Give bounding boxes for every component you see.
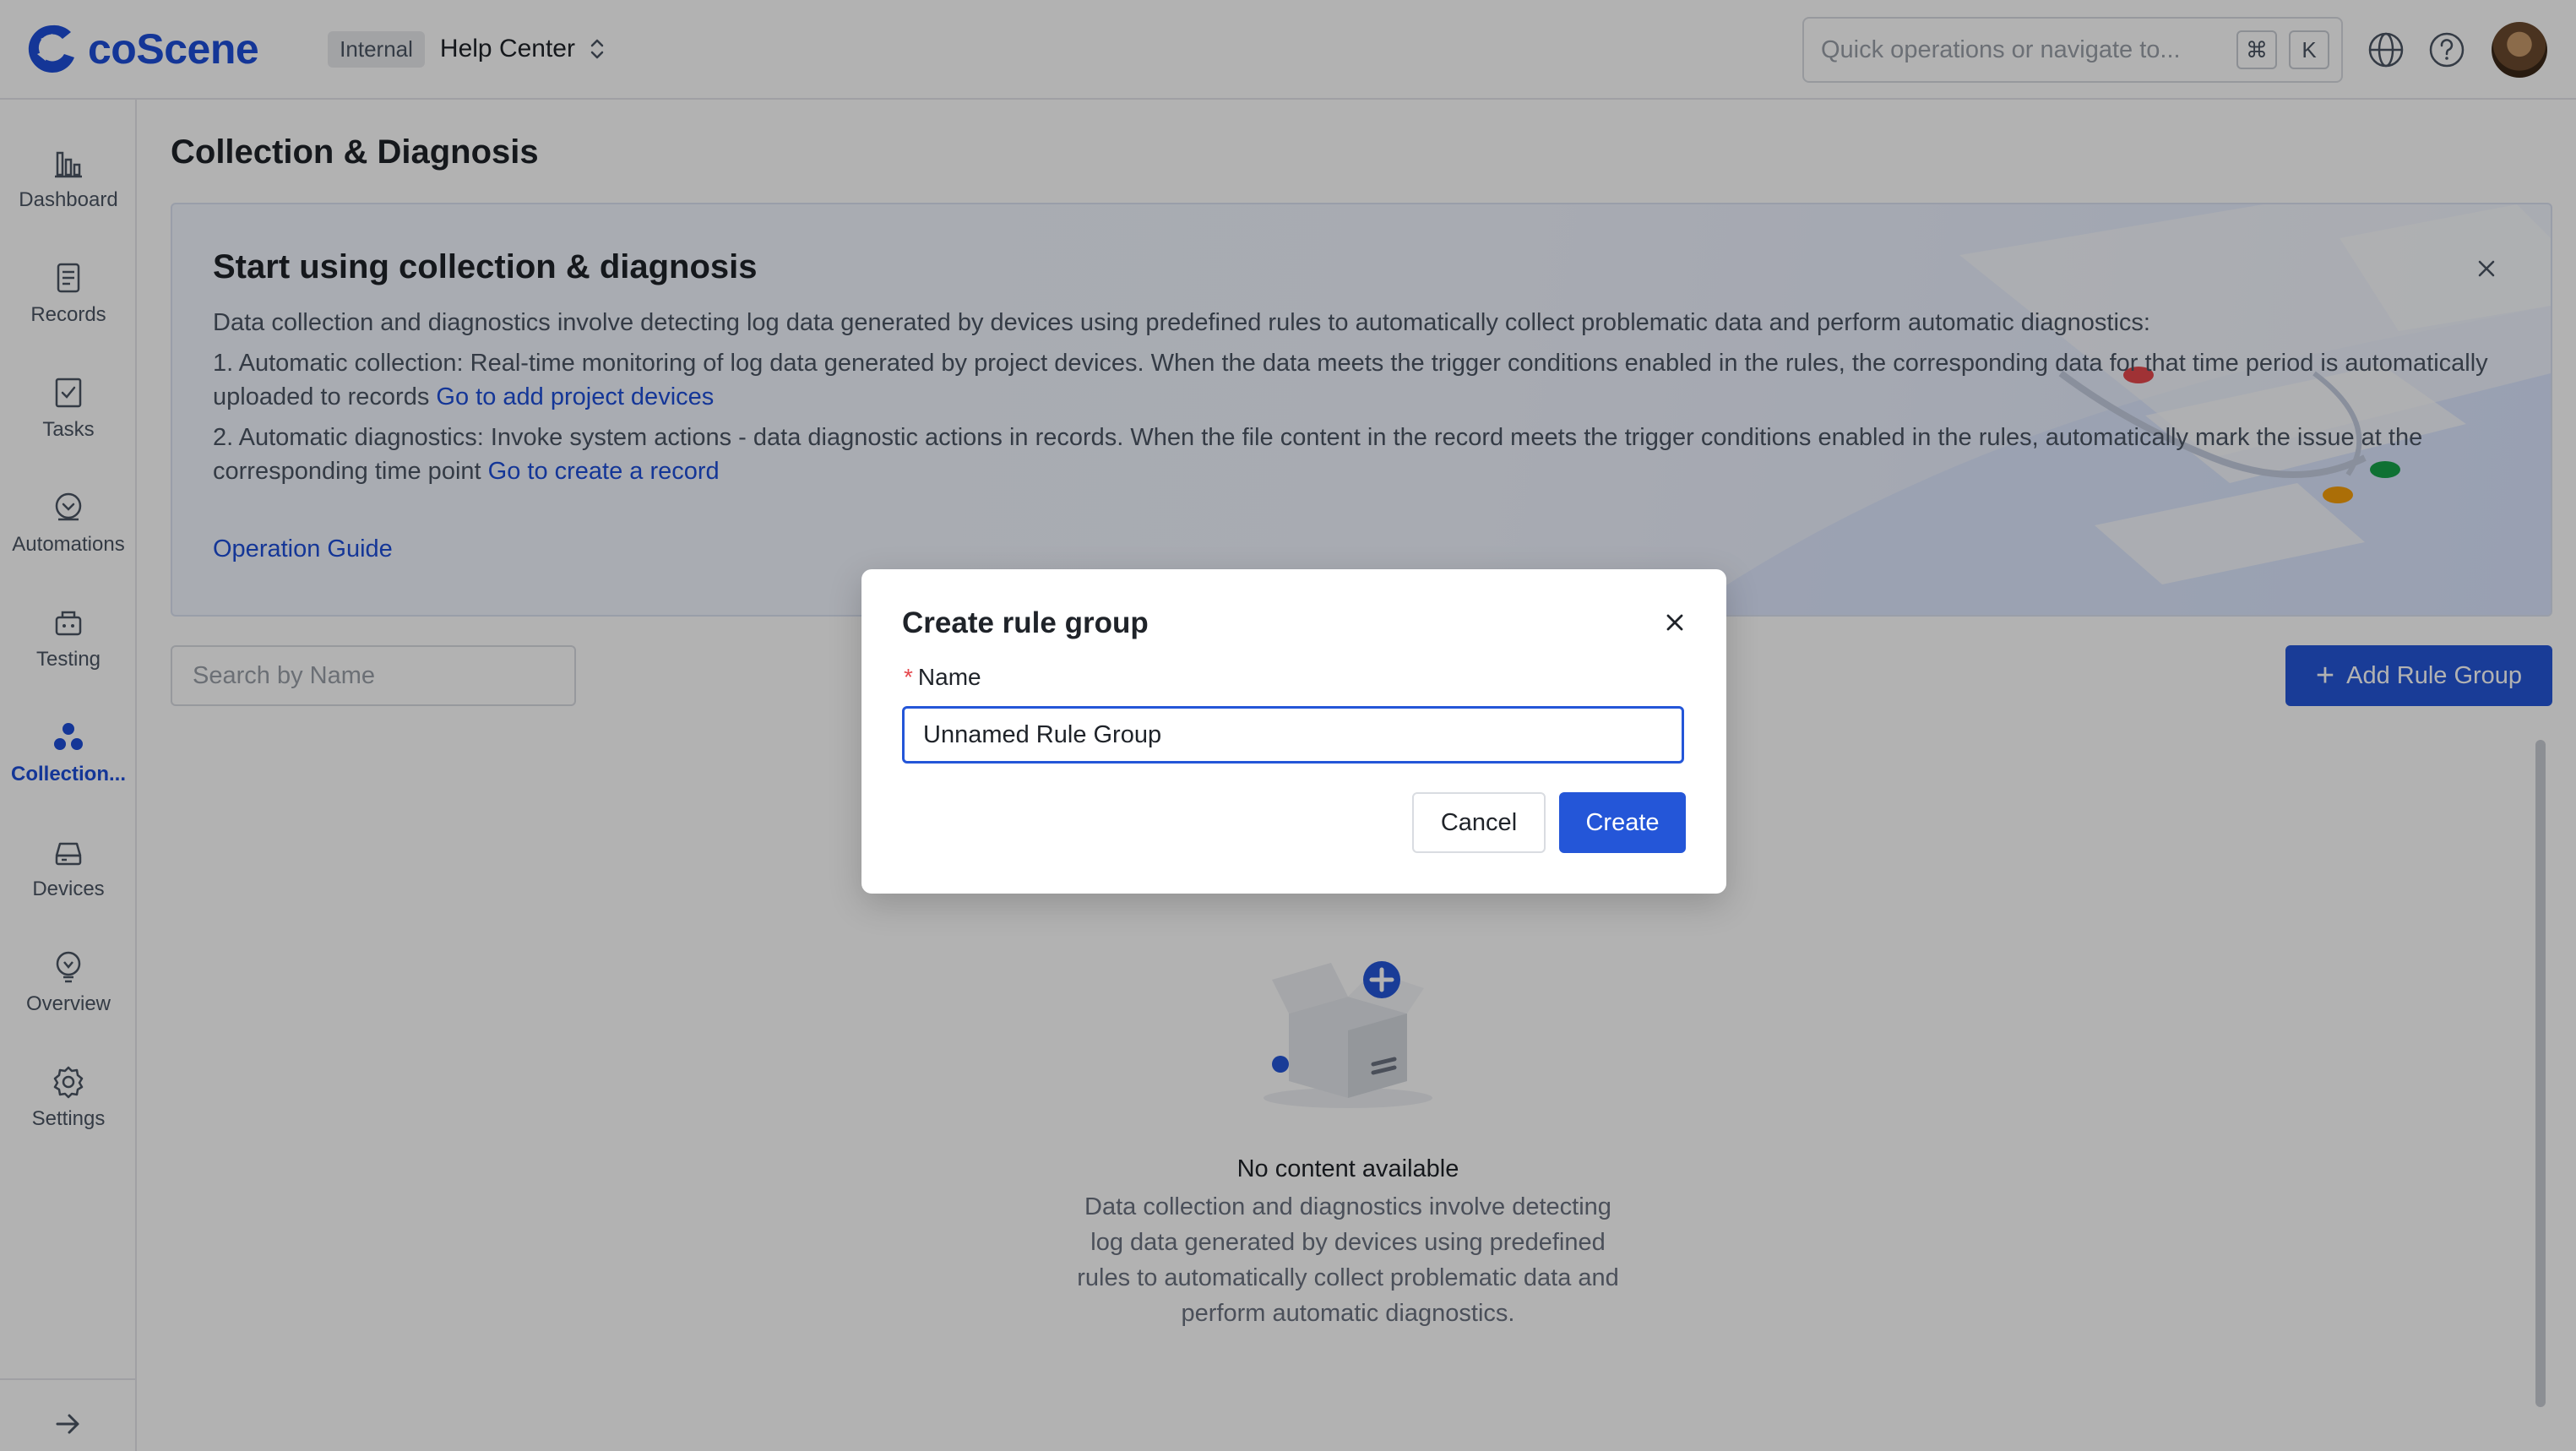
close-icon[interactable] xyxy=(1662,610,1687,635)
name-field-label: * Name xyxy=(904,664,981,691)
cancel-button[interactable]: Cancel xyxy=(1412,792,1546,853)
name-label-text: Name xyxy=(917,664,981,690)
create-rule-group-dialog: Create rule group * Name Cancel Create xyxy=(861,569,1726,894)
rule-group-name-field[interactable] xyxy=(902,706,1684,764)
create-button[interactable]: Create xyxy=(1559,792,1686,853)
required-mark: * xyxy=(904,664,913,690)
dialog-title: Create rule group xyxy=(902,606,1149,639)
